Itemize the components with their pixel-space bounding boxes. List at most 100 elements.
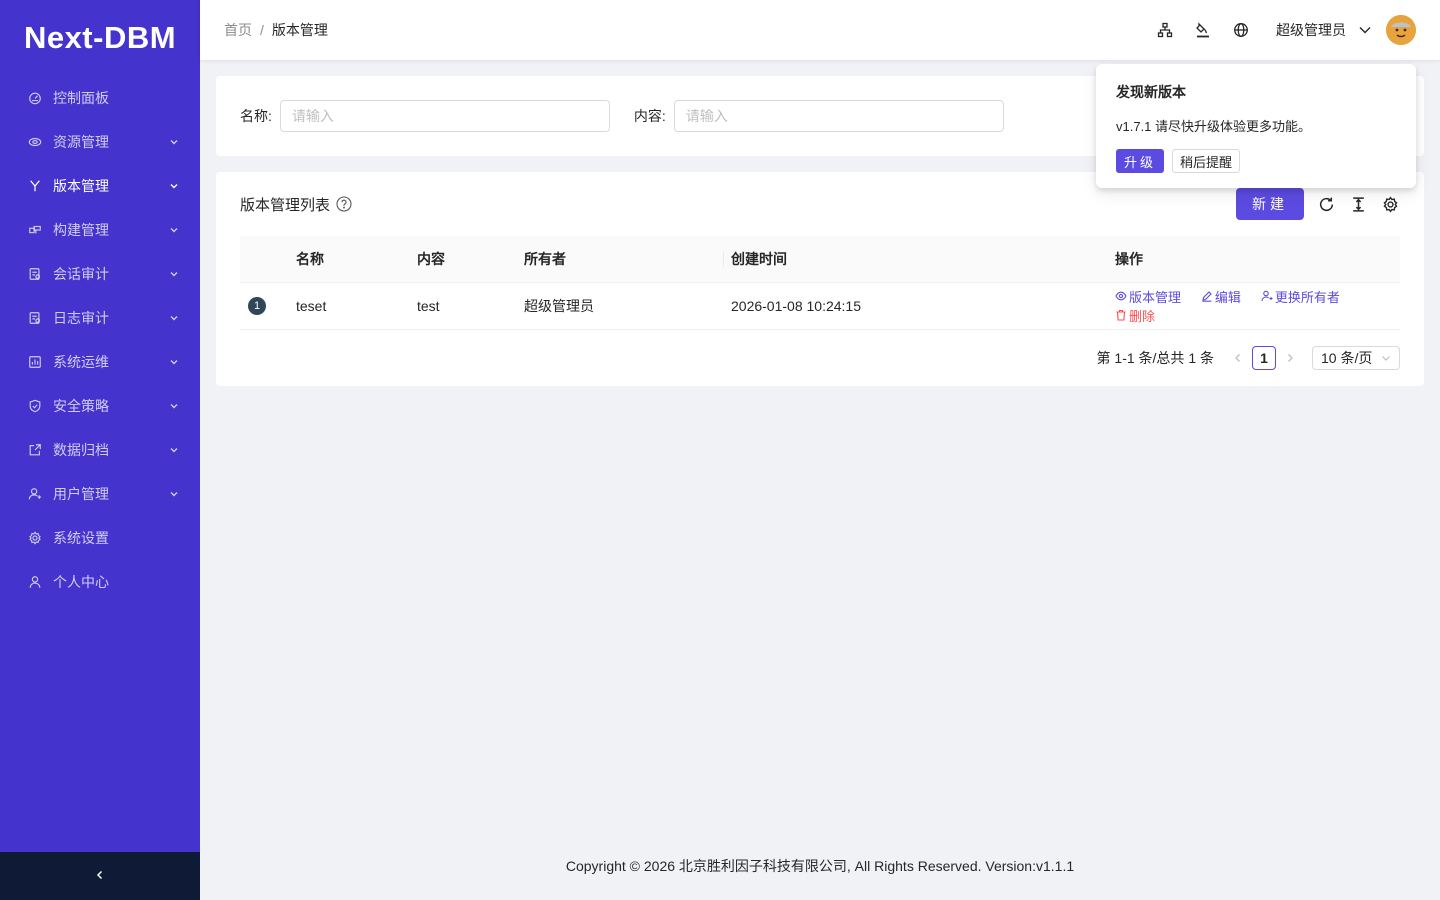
popover-title: 发现新版本 [1116, 84, 1186, 100]
column-header: 名称 [288, 236, 409, 283]
footer-copyright: Copyright © 2026 北京胜利因子科技有限公司, All Right… [565, 858, 1075, 874]
column-height-icon[interactable] [1348, 194, 1368, 214]
table-title: 版本管理列表 [240, 196, 331, 214]
version-table: 名称 内容 所有者 创建时间 操作 1 teset test 超级管理员 202… [240, 236, 1400, 330]
page-size-select[interactable]: 10 条/页 [1312, 345, 1400, 370]
pagination-total: 第 1-1 条/总共 1 条 [1096, 349, 1214, 366]
index-cell: 1 [240, 282, 288, 330]
gear-icon [27, 530, 43, 546]
sidebar-item-label: 用户管理 [53, 486, 109, 502]
sidebar-collapse-button[interactable] [0, 852, 200, 900]
trash-icon [1116, 309, 1126, 321]
content-cell: test [409, 282, 516, 330]
sidebar-item-session-audit[interactable]: 会话审计 [0, 252, 200, 296]
breadcrumb: 首页 / 版本管理 [224, 20, 328, 40]
eye-icon [1115, 291, 1127, 301]
top-header: 首页 / 版本管理 超级管理员 [200, 0, 1440, 60]
name-cell: teset [288, 282, 409, 330]
theme-paint-icon[interactable] [1184, 11, 1222, 49]
sidebar-item-label: 会话审计 [53, 266, 109, 282]
chevron-down-icon [168, 444, 180, 456]
column-header: 内容 [409, 236, 516, 283]
chevron-down-icon [168, 356, 180, 368]
remind-later-button[interactable]: 稍后提醒 [1172, 149, 1241, 173]
globe-icon[interactable] [1222, 11, 1260, 49]
owner-cell: 超级管理员 [516, 282, 723, 330]
page-size-value: 10 条/页 [1321, 349, 1373, 366]
sidebar: Next-DBM 控制面板 资源管理 版本管理 构建管理 会话审计 日志审计 系… [0, 0, 200, 900]
name-label: 名称: [240, 108, 272, 124]
pagination: 第 1-1 条/总共 1 条 1 10 条/页 [240, 345, 1400, 370]
sidebar-menu: 控制面板 资源管理 版本管理 构建管理 会话审计 日志审计 系统运维 安全策略 … [0, 76, 200, 604]
delete-label: 删除 [1129, 308, 1156, 324]
sidebar-item-label: 数据归档 [53, 442, 109, 458]
chevron-down-icon [168, 488, 180, 500]
user-icon [1261, 290, 1273, 302]
delete-link[interactable]: 删除 [1115, 306, 1155, 325]
created-cell: 2026-01-08 10:24:15 [723, 282, 1107, 330]
breadcrumb-current: 版本管理 [271, 22, 328, 38]
actions-cell: 版本管理 编辑 更换所有者 删除 [1107, 282, 1400, 330]
version-table-card: 版本管理列表 新建 名称 内容 所有者 创建时间 操作 1 teset test… [216, 172, 1424, 386]
change-owner-label: 更换所有者 [1274, 289, 1340, 305]
version-manage-link[interactable]: 版本管理 [1115, 287, 1181, 306]
sidebar-item-resources[interactable]: 资源管理 [0, 120, 200, 164]
edit-label: 编辑 [1214, 289, 1241, 305]
log-icon [27, 310, 43, 326]
app-logo: Next-DBM [23, 20, 177, 55]
user-icon [27, 486, 43, 502]
branch-icon [27, 178, 43, 194]
update-popover: 发现新版本 v1.7.1 请尽快升级体验更多功能。 升级 稍后提醒 [1096, 64, 1416, 188]
settings-icon[interactable] [1380, 194, 1400, 214]
reload-icon[interactable] [1316, 194, 1336, 214]
content-field: 内容: [634, 100, 1004, 132]
column-header: 操作 [1107, 236, 1400, 283]
avatar[interactable] [1386, 15, 1416, 45]
sidebar-item-log-audit[interactable]: 日志审计 [0, 296, 200, 340]
sidebar-item-label: 日志审计 [53, 310, 109, 326]
sidebar-item-users[interactable]: 用户管理 [0, 472, 200, 516]
sidebar-item-versions[interactable]: 版本管理 [0, 164, 200, 208]
popover-actions: 升级 稍后提醒 [1116, 149, 1396, 173]
chevron-down-icon[interactable] [1358, 23, 1372, 37]
question-icon[interactable] [336, 196, 352, 212]
column-header: 所有者 [516, 236, 723, 283]
name-input[interactable] [279, 100, 610, 132]
ops-icon [27, 354, 43, 370]
sidebar-item-label: 系统设置 [53, 530, 109, 546]
breadcrumb-home[interactable]: 首页 [224, 20, 252, 40]
archive-icon [27, 442, 43, 458]
page-number[interactable]: 1 [1252, 345, 1276, 370]
edit-link[interactable]: 编辑 [1201, 287, 1241, 306]
column-header: 创建时间 [723, 236, 1107, 283]
sidebar-item-label: 系统运维 [53, 354, 109, 370]
build-icon [27, 222, 43, 238]
sidebar-item-label: 版本管理 [53, 178, 109, 194]
cluster-icon[interactable] [1146, 11, 1184, 49]
index-header [240, 236, 288, 283]
sidebar-item-security[interactable]: 安全策略 [0, 384, 200, 428]
content-input[interactable] [673, 100, 1004, 132]
sidebar-item-label: 构建管理 [53, 222, 109, 238]
profile-icon [27, 574, 43, 590]
next-page-icon[interactable] [1278, 346, 1302, 370]
upgrade-button[interactable]: 升级 [1116, 149, 1165, 173]
chevron-down-icon [168, 136, 180, 148]
version-manage-label: 版本管理 [1129, 289, 1182, 305]
row-index-badge: 1 [248, 297, 266, 315]
sidebar-item-ops[interactable]: 系统运维 [0, 340, 200, 384]
change-owner-link[interactable]: 更换所有者 [1261, 287, 1340, 306]
user-name[interactable]: 超级管理员 [1276, 20, 1346, 40]
sidebar-item-profile[interactable]: 个人中心 [0, 560, 200, 604]
sidebar-item-settings[interactable]: 系统设置 [0, 516, 200, 560]
breadcrumb-separator: / [260, 22, 264, 38]
new-button[interactable]: 新建 [1236, 188, 1304, 220]
header-actions: 超级管理员 [1146, 11, 1416, 49]
chevron-down-icon [168, 224, 180, 236]
table-header-row: 名称 内容 所有者 创建时间 操作 [240, 236, 1400, 283]
sidebar-item-dashboard[interactable]: 控制面板 [0, 76, 200, 120]
sidebar-item-label: 个人中心 [53, 574, 109, 590]
sidebar-item-archive[interactable]: 数据归档 [0, 428, 200, 472]
prev-page-icon[interactable] [1226, 346, 1250, 370]
sidebar-item-build[interactable]: 构建管理 [0, 208, 200, 252]
